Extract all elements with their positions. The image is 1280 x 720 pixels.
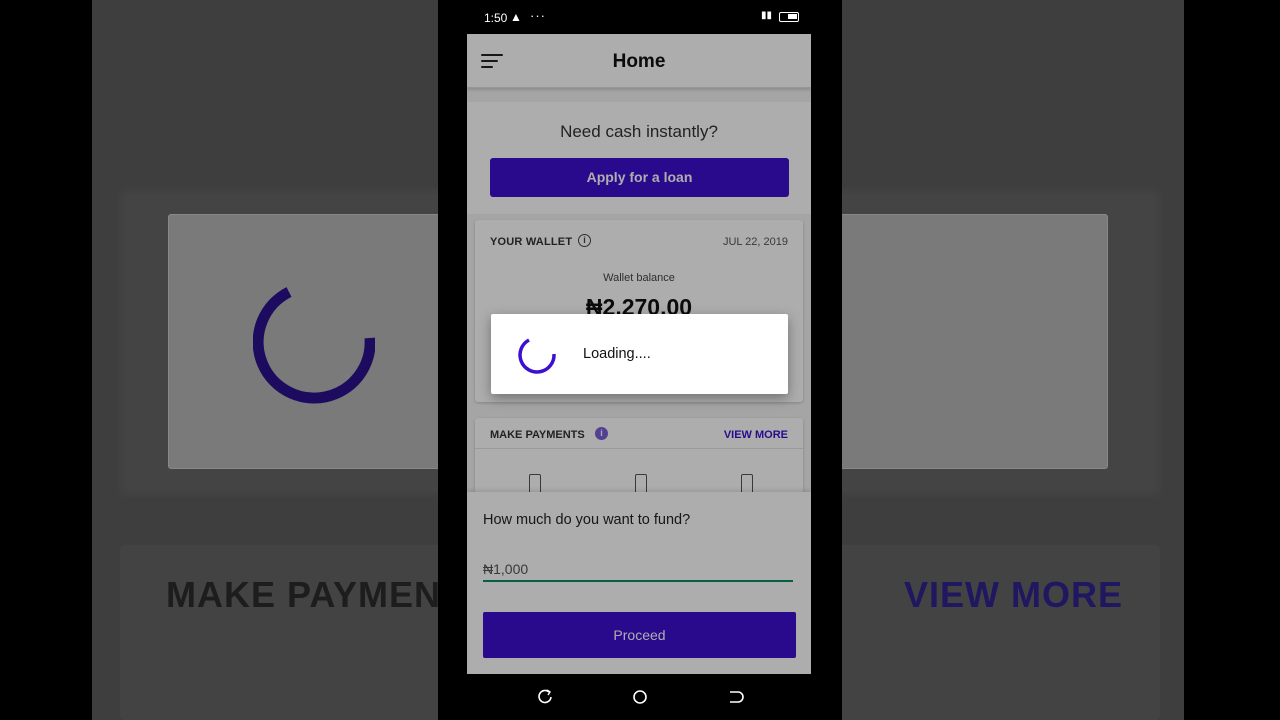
background-view-more-text: VIEW MORE bbox=[904, 574, 1124, 615]
recent-apps-icon[interactable] bbox=[536, 688, 554, 706]
status-bar: 1:50 ▲ ··· ▮▮ bbox=[438, 0, 842, 34]
status-time: 1:50 bbox=[484, 11, 508, 25]
more-notifications-icon: ··· bbox=[530, 8, 546, 23]
warning-icon: ▲ bbox=[510, 10, 522, 24]
loading-text: Loading.... bbox=[583, 346, 651, 362]
system-nav-bar bbox=[438, 674, 842, 720]
back-icon[interactable] bbox=[726, 688, 744, 706]
phone-frame: 1:50 ▲ ··· ▮▮ Home Need cash instantly? … bbox=[438, 0, 842, 720]
battery-icon bbox=[779, 12, 799, 22]
background-make-payments-text: MAKE PAYMENT bbox=[166, 574, 465, 615]
loading-spinner-icon bbox=[518, 338, 556, 374]
app-screen: Home Need cash instantly? Apply for a lo… bbox=[467, 34, 811, 674]
background-spinner-icon bbox=[253, 287, 375, 404]
loading-dialog: Loading.... bbox=[491, 314, 788, 394]
signal-icon: ▮▮ bbox=[761, 10, 773, 21]
home-icon[interactable] bbox=[631, 688, 649, 706]
